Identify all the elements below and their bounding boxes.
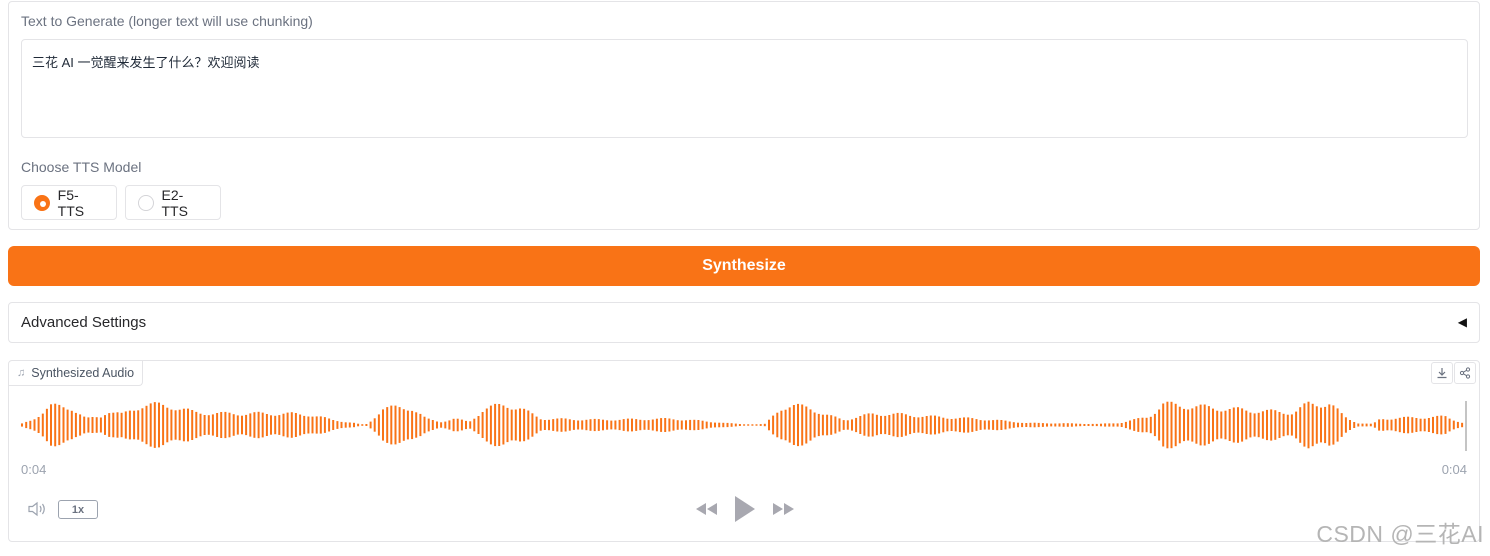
radio-f5-tts[interactable]: F5-TTS	[21, 185, 117, 220]
radio-e2-tts[interactable]: E2-TTS	[125, 185, 221, 220]
fast-forward-button[interactable]	[771, 501, 795, 522]
radio-label: E2-TTS	[161, 186, 188, 219]
advanced-settings-label: Advanced Settings	[21, 314, 147, 331]
audio-tab: ♫ Synthesized Audio	[9, 361, 144, 386]
collapse-arrow-icon[interactable]: ◀	[1458, 315, 1467, 329]
text-input[interactable]: 三花 AI 一觉醒来发生了什么？欢迎阅读	[21, 39, 1468, 138]
audio-tab-label: Synthesized Audio	[31, 366, 135, 380]
model-label: Choose TTS Model	[21, 159, 142, 175]
fast-forward-icon	[773, 503, 794, 515]
rewind-button[interactable]	[695, 501, 719, 522]
download-button[interactable]	[1431, 362, 1453, 384]
playback-speed-button[interactable]: 1x	[58, 500, 98, 519]
input-panel: Text to Generate (longer text will use c…	[8, 1, 1480, 230]
text-label: Text to Generate (longer text will use c…	[21, 13, 313, 29]
playhead-cursor[interactable]	[1465, 401, 1467, 451]
total-time: 0:04	[1441, 462, 1467, 477]
watermark: CSDN @三花AI	[1316, 521, 1484, 547]
audio-output-panel: ♫ Synthesized Audio 0:04 0:04 1x	[8, 360, 1480, 542]
radio-unchecked-icon	[138, 194, 154, 211]
play-button[interactable]	[733, 495, 757, 528]
share-button[interactable]	[1454, 362, 1476, 384]
radio-checked-icon	[34, 194, 50, 211]
download-icon	[1437, 368, 1447, 379]
play-icon	[735, 496, 755, 522]
radio-label: F5-TTS	[57, 186, 85, 219]
audio-waveform[interactable]	[21, 397, 1467, 491]
share-icon	[1459, 367, 1471, 379]
synthesize-button[interactable]: Synthesize	[8, 246, 1480, 286]
music-note-icon: ♫	[17, 367, 26, 379]
rewind-icon	[696, 503, 717, 515]
volume-icon	[28, 501, 45, 517]
advanced-settings-accordion[interactable]: Advanced Settings ◀	[8, 302, 1480, 343]
volume-button[interactable]	[27, 501, 49, 522]
current-time: 0:04	[21, 462, 47, 477]
